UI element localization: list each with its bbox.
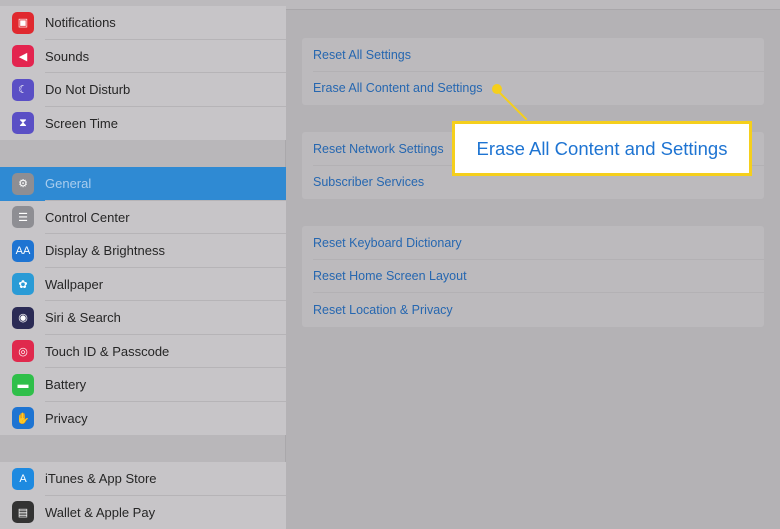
hand-icon: ✋: [12, 407, 34, 429]
callout-annotation: Erase All Content and Settings: [452, 121, 752, 176]
reset-group: Reset Keyboard DictionaryReset Home Scre…: [302, 226, 764, 327]
sidebar-item-label: Siri & Search: [45, 310, 121, 325]
app-store-icon: A: [12, 468, 34, 490]
sidebar-item-label: Control Center: [45, 210, 130, 225]
sidebar-item-privacy[interactable]: ✋ Privacy: [0, 402, 286, 436]
control-center-icon: ☰: [12, 206, 34, 228]
battery-icon: ▬: [12, 374, 34, 396]
sidebar-item-itunes-and-app-store[interactable]: AiTunes & App Store: [0, 462, 286, 496]
sidebar-item-wallpaper[interactable]: ✿ Wallpaper: [0, 268, 286, 302]
sidebar-item-label: Do Not Disturb: [45, 82, 130, 97]
sidebar-item-label: Touch ID & Passcode: [45, 344, 169, 359]
reset-keyboard-dictionary-button[interactable]: Reset Keyboard Dictionary: [302, 226, 764, 260]
sidebar-item-label: General: [45, 176, 91, 191]
callout-pointer-dot: [492, 84, 502, 94]
gear-icon: ⚙: [12, 173, 34, 195]
moon-icon: ☾: [12, 79, 34, 101]
display-icon: AA: [12, 240, 34, 262]
sidebar-item-control-center[interactable]: ☰ Control Center: [0, 201, 286, 235]
sidebar-item-general[interactable]: ⚙ General: [0, 167, 286, 201]
sidebar-item-notifications[interactable]: ▣ Notifications: [0, 6, 286, 40]
sidebar-item-label: Sounds: [45, 49, 89, 64]
reset-home-screen-layout-button[interactable]: Reset Home Screen Layout: [302, 260, 764, 294]
erase-all-content-and-settings-button[interactable]: Erase All Content and Settings: [302, 72, 764, 106]
sidebar-item-sounds[interactable]: ◀ Sounds: [0, 40, 286, 74]
sidebar-item-battery[interactable]: ▬ Battery: [0, 368, 286, 402]
sidebar-item-label: Privacy: [45, 411, 88, 426]
sidebar-item-label: Notifications: [45, 15, 116, 30]
sidebar-item-display-and-brightness[interactable]: AA Display & Brightness: [0, 234, 286, 268]
sidebar-item-label: Display & Brightness: [45, 243, 165, 258]
sidebar-group: ⚙ General ☰ Control Center AA Display & Brigh…: [0, 167, 286, 435]
sidebar-group: AiTunes & App Store▤Wallet & Apple Pay: [0, 462, 286, 529]
notifications-icon: ▣: [12, 12, 34, 34]
sidebar-item-label: Screen Time: [45, 116, 118, 131]
reset-group: Reset All SettingsErase All Content and …: [302, 38, 764, 105]
sidebar-item-label: Battery: [45, 377, 86, 392]
siri-icon: ◉: [12, 307, 34, 329]
fingerprint-icon: ◎: [12, 340, 34, 362]
sidebar-item-touch-id-and-passcode[interactable]: ◎ Touch ID & Passcode: [0, 335, 286, 369]
sidebar-group: ▣ Notifications ◀ Sounds ☾ Do Not Disturb ⧗ Scr…: [0, 6, 286, 140]
callout-text: Erase All Content and Settings: [477, 138, 728, 160]
hourglass-icon: ⧗: [12, 112, 34, 134]
sidebar-item-siri-and-search[interactable]: ◉ Siri & Search: [0, 301, 286, 335]
settings-sidebar: ▣ Notifications ◀ Sounds ☾ Do Not Disturb ⧗ Scr…: [0, 10, 286, 520]
sidebar-item-label: Wallet & Apple Pay: [45, 505, 155, 520]
sidebar-item-screen-time[interactable]: ⧗ Screen Time: [0, 107, 286, 141]
reset-all-settings-button[interactable]: Reset All Settings: [302, 38, 764, 72]
wallpaper-icon: ✿: [12, 273, 34, 295]
sidebar-item-label: iTunes & App Store: [45, 471, 157, 486]
reset-location-and-privacy-button[interactable]: Reset Location & Privacy: [302, 293, 764, 327]
reset-pane: Reset All SettingsErase All Content and …: [287, 11, 780, 520]
sidebar-item-do-not-disturb[interactable]: ☾ Do Not Disturb: [0, 73, 286, 107]
sounds-icon: ◀: [12, 45, 34, 67]
sidebar-item-label: Wallpaper: [45, 277, 103, 292]
sidebar-item-wallet-and-apple-pay[interactable]: ▤Wallet & Apple Pay: [0, 496, 286, 529]
